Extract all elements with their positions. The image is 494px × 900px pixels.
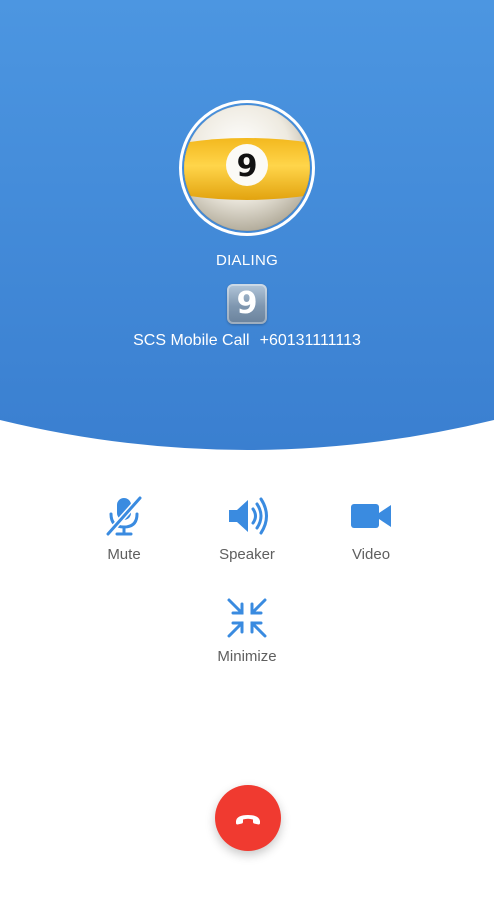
phone-number: +60131111113 — [259, 332, 361, 349]
keycap-9-emoji: 9 — [227, 284, 267, 324]
video-label: Video — [351, 546, 391, 563]
mute-button[interactable]: Mute — [64, 492, 184, 563]
billiard-ball-9-icon: 9 — [183, 104, 311, 232]
caller-avatar: 9 — [179, 100, 315, 236]
call-screen: 9 DIALING 9 SCS Mobile Call +60131111113 … — [0, 0, 494, 900]
speaker-label: Speaker — [219, 546, 275, 563]
mic-off-icon — [105, 495, 143, 537]
video-camera-icon — [351, 504, 391, 528]
svg-text:9: 9 — [237, 149, 258, 184]
caller-info: SCS Mobile Call +60131111113 — [0, 332, 494, 350]
speaker-button[interactable]: Speaker — [187, 492, 307, 563]
call-status: DIALING — [215, 252, 279, 269]
hang-up-icon — [236, 815, 260, 825]
minimize-button[interactable]: Minimize — [187, 594, 307, 665]
video-button[interactable]: Video — [311, 492, 431, 563]
speaker-icon — [229, 497, 268, 535]
call-provider: SCS Mobile Call — [133, 332, 250, 349]
minimize-label: Minimize — [217, 648, 277, 665]
mute-label: Mute — [107, 546, 141, 563]
minimize-icon — [227, 598, 267, 638]
end-call-button[interactable] — [215, 785, 281, 851]
